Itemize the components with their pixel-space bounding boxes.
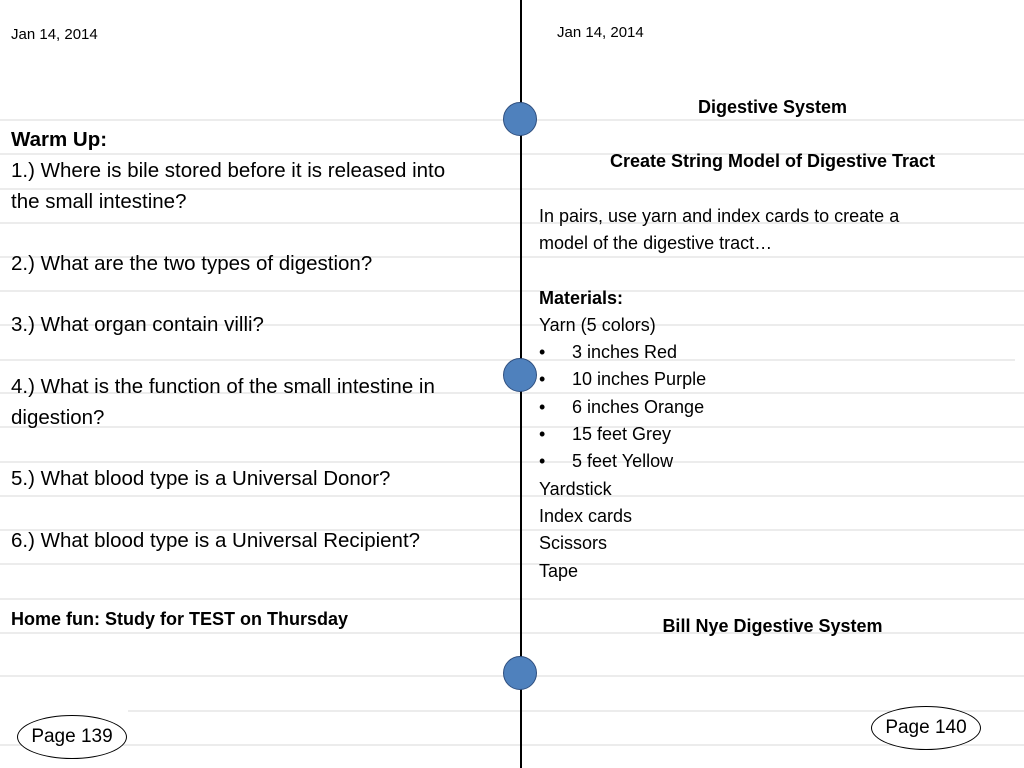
ruled-line [0, 461, 1024, 463]
question-4-line-2: digestion? [11, 406, 105, 429]
warm-up-title: Warm Up: [11, 128, 108, 151]
yarn-item-label: 3 inches Red [572, 342, 678, 362]
question-6: 6.) What blood type is a Universal Recip… [11, 529, 421, 552]
binder-ring-icon [503, 358, 537, 392]
yarn-item-label: 15 feet Grey [572, 424, 672, 444]
video-title: Bill Nye Digestive System [662, 616, 883, 636]
question-5: 5.) What blood type is a Universal Donor… [11, 467, 391, 490]
question-1-line-2: the small intestine? [11, 190, 187, 213]
question-1-line-1: 1.) Where is bile stored before it is re… [11, 159, 446, 182]
right-date: Jan 14, 2014 [557, 24, 644, 41]
ruled-line [0, 744, 1024, 746]
yarn-label: Yarn (5 colors) [539, 315, 656, 335]
yarn-item: • 10 inches Purple [539, 369, 706, 390]
question-4-line-1: 4.) What is the function of the small in… [11, 375, 435, 398]
ruled-line [0, 495, 1024, 497]
binder-ring-icon [503, 656, 537, 690]
material-item: Index cards [539, 506, 633, 526]
yarn-item: • 6 inches Orange [539, 397, 704, 418]
right-subtitle: Create String Model of Digestive Tract [609, 151, 936, 171]
yarn-item-label: 5 feet Yellow [572, 451, 674, 471]
yarn-item: • 15 feet Grey [539, 424, 671, 445]
bullet-icon: • [539, 369, 546, 389]
left-date: Jan 14, 2014 [11, 26, 98, 43]
yarn-item-label: 10 inches Purple [572, 369, 707, 389]
question-3: 3.) What organ contain villi? [11, 313, 264, 336]
bullet-icon: • [539, 451, 546, 471]
ruled-line [0, 359, 520, 361]
yarn-item-label: 6 inches Orange [572, 397, 705, 417]
yarn-item: • 5 feet Yellow [539, 451, 673, 472]
ruled-line [0, 426, 1024, 428]
bullet-icon: • [539, 424, 546, 444]
material-item: Scissors [539, 533, 608, 553]
material-item: Yardstick [539, 479, 612, 499]
instructions-line-2: model of the digestive tract… [539, 233, 773, 253]
home-fun-note: Home fun: Study for TEST on Thursday [11, 609, 348, 629]
binder-ring-icon [503, 102, 537, 136]
bullet-icon: • [539, 342, 546, 362]
bullet-icon: • [539, 397, 546, 417]
page-number-left: Page 139 [17, 715, 127, 759]
ruled-line [0, 290, 1024, 292]
ruled-line [0, 563, 1024, 565]
page-number-right: Page 140 [871, 706, 981, 750]
question-2: 2.) What are the two types of digestion? [11, 252, 373, 275]
material-item: Tape [539, 561, 579, 581]
instructions-line-1: In pairs, use yarn and index cards to cr… [539, 206, 900, 226]
materials-title: Materials: [539, 288, 624, 308]
yarn-item: • 3 inches Red [539, 342, 677, 363]
ruled-line [0, 598, 1024, 600]
right-title: Digestive System [697, 97, 848, 117]
